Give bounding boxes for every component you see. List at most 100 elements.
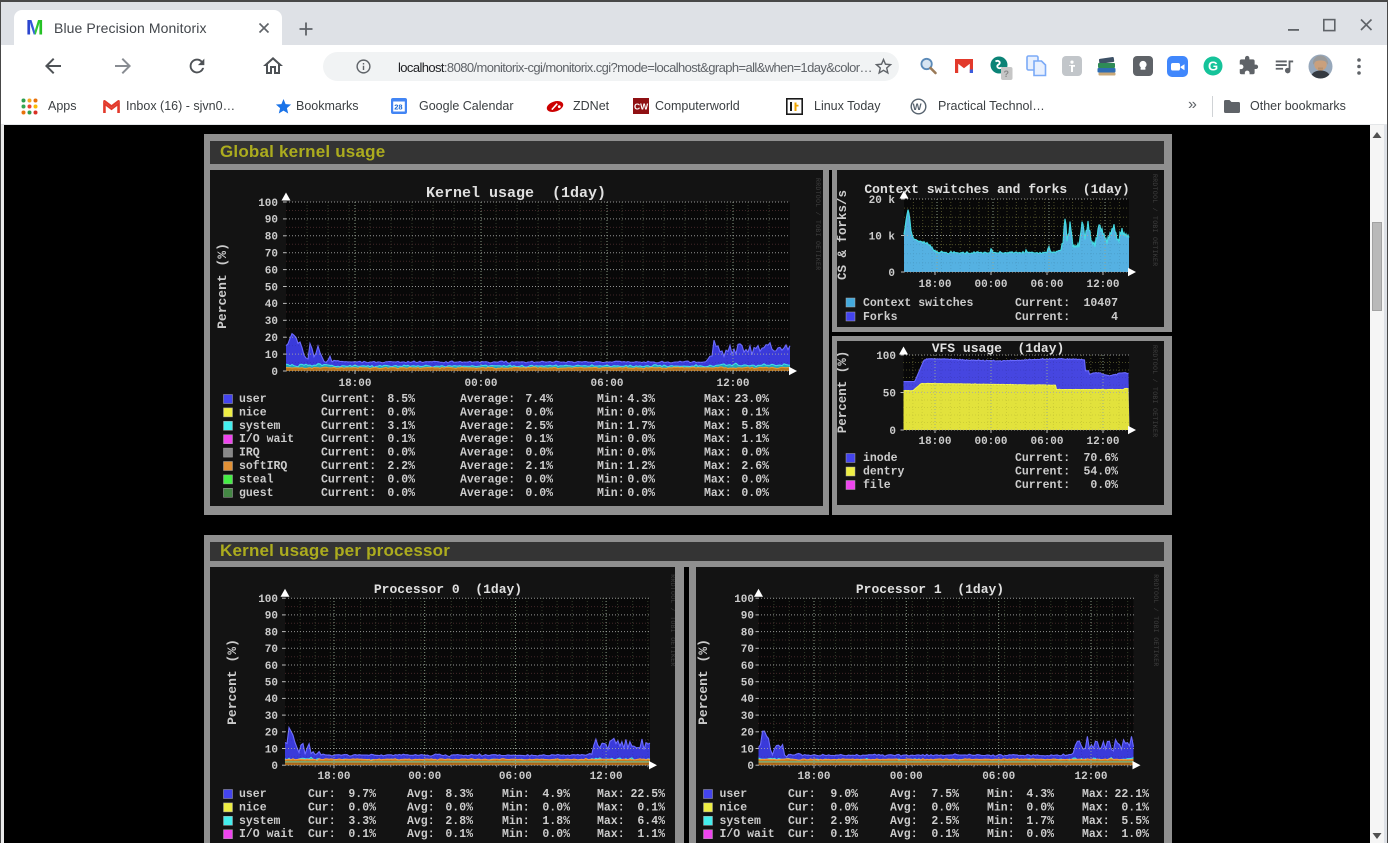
svg-text:Min:: Min: xyxy=(597,406,625,419)
svg-text:Max:: Max: xyxy=(597,828,625,841)
svg-text:Average:: Average: xyxy=(460,433,515,446)
svg-text:10: 10 xyxy=(265,350,278,362)
svg-text:60: 60 xyxy=(265,661,278,673)
svg-text:system: system xyxy=(720,815,762,828)
svg-text:Avg:: Avg: xyxy=(407,788,435,801)
svg-text:Percent (%): Percent (%) xyxy=(696,639,711,725)
svg-text:Forks: Forks xyxy=(863,311,898,324)
svg-text:Average:: Average: xyxy=(460,487,515,500)
svg-text:0.0%: 0.0% xyxy=(627,433,655,446)
svg-text:nice: nice xyxy=(720,801,748,814)
svg-text:0.0%: 0.0% xyxy=(525,473,553,486)
svg-text:18:00: 18:00 xyxy=(317,771,350,783)
svg-text:2.5%: 2.5% xyxy=(931,815,959,828)
svg-text:12:00: 12:00 xyxy=(1086,279,1119,291)
svg-text:RRDTOOL / TOBI OETIKER: RRDTOOL / TOBI OETIKER xyxy=(1151,345,1158,437)
svg-text:Processor 0 (1day): Processor 0 (1day) xyxy=(374,582,522,597)
svg-text:Current:: Current: xyxy=(1015,452,1070,465)
svg-text:0.0%: 0.0% xyxy=(542,828,570,841)
svg-text:20: 20 xyxy=(741,728,754,740)
svg-text:CW: CW xyxy=(634,102,649,112)
svg-text:Min:: Min: xyxy=(597,447,625,460)
svg-text:Min:: Min: xyxy=(987,788,1015,801)
svg-text:RRDTOOL / TOBI OETIKER: RRDTOOL / TOBI OETIKER xyxy=(669,574,675,666)
svg-text:Min:: Min: xyxy=(502,788,530,801)
svg-text:system: system xyxy=(239,420,281,433)
svg-text:Avg:: Avg: xyxy=(890,828,918,841)
svg-text:0.0%: 0.0% xyxy=(387,487,415,500)
svg-text:Min:: Min: xyxy=(987,828,1015,841)
svg-text:20 k: 20 k xyxy=(869,195,896,207)
svg-text:Current:: Current: xyxy=(321,420,376,433)
svg-text:1.2%: 1.2% xyxy=(627,460,655,473)
svg-text:0.1%: 0.1% xyxy=(1121,801,1149,814)
svg-text:IRQ: IRQ xyxy=(239,447,260,460)
svg-text:70: 70 xyxy=(265,249,278,261)
svg-text:Cur:: Cur: xyxy=(788,815,816,828)
svg-text:Current:: Current: xyxy=(321,487,376,500)
svg-text:Cur:: Cur: xyxy=(788,801,816,814)
svg-text:2.1%: 2.1% xyxy=(525,460,553,473)
svg-text:20: 20 xyxy=(265,333,278,345)
svg-text:22.1%: 22.1% xyxy=(1114,788,1149,801)
svg-text:00:00: 00:00 xyxy=(408,771,441,783)
svg-text:Cur:: Cur: xyxy=(308,788,336,801)
svg-text:nice: nice xyxy=(239,801,267,814)
svg-text:0.0%: 0.0% xyxy=(542,801,570,814)
svg-text:1.1%: 1.1% xyxy=(741,433,769,446)
svg-text:0.0%: 0.0% xyxy=(525,487,553,500)
svg-text:70.6%: 70.6% xyxy=(1083,452,1118,465)
svg-text:4: 4 xyxy=(1111,311,1118,324)
svg-text:Min:: Min: xyxy=(987,801,1015,814)
svg-text:Min:: Min: xyxy=(597,393,625,406)
svg-text:Cur:: Cur: xyxy=(308,801,336,814)
svg-text:Current:: Current: xyxy=(321,447,376,460)
svg-text:0.0%: 0.0% xyxy=(830,801,858,814)
svg-text:Avg:: Avg: xyxy=(407,815,435,828)
svg-text:0.1%: 0.1% xyxy=(637,801,665,814)
svg-text:0.1%: 0.1% xyxy=(741,406,769,419)
svg-text:0.1%: 0.1% xyxy=(830,828,858,841)
svg-text:Current:: Current: xyxy=(321,460,376,473)
svg-text:0.0%: 0.0% xyxy=(387,447,415,460)
svg-text:Max:: Max: xyxy=(704,473,732,486)
svg-text:Max:: Max: xyxy=(704,406,732,419)
svg-text:Avg:: Avg: xyxy=(407,801,435,814)
svg-text:10 k: 10 k xyxy=(869,231,896,243)
svg-text:06:00: 06:00 xyxy=(982,771,1015,783)
svg-text:10: 10 xyxy=(741,744,754,756)
svg-text:100: 100 xyxy=(734,594,754,606)
svg-text:Max:: Max: xyxy=(704,433,732,446)
svg-text:40: 40 xyxy=(265,694,278,706)
svg-text:Percent (%): Percent (%) xyxy=(837,351,850,434)
svg-text:90: 90 xyxy=(265,215,278,227)
svg-text:0: 0 xyxy=(271,367,278,379)
svg-text:18:00: 18:00 xyxy=(338,378,371,390)
svg-text:user: user xyxy=(720,788,748,801)
svg-text:0.0%: 0.0% xyxy=(741,487,769,500)
svg-text:0.0%: 0.0% xyxy=(525,406,553,419)
svg-text:70: 70 xyxy=(741,644,754,656)
svg-text:00:00: 00:00 xyxy=(464,378,497,390)
svg-text:50: 50 xyxy=(265,678,278,690)
svg-text:Max:: Max: xyxy=(704,447,732,460)
svg-text:23.0%: 23.0% xyxy=(734,393,769,406)
svg-text:Percent (%): Percent (%) xyxy=(215,243,230,329)
svg-text:2.2%: 2.2% xyxy=(387,460,415,473)
svg-text:0: 0 xyxy=(271,761,278,773)
svg-text:60: 60 xyxy=(741,661,754,673)
svg-text:?: ? xyxy=(1004,69,1010,79)
svg-text:Max:: Max: xyxy=(704,393,732,406)
svg-text:user: user xyxy=(239,788,267,801)
svg-text:1.7%: 1.7% xyxy=(1026,815,1054,828)
svg-text:nice: nice xyxy=(239,406,267,419)
svg-text:90: 90 xyxy=(265,611,278,623)
svg-text:0.0%: 0.0% xyxy=(387,473,415,486)
svg-text:40: 40 xyxy=(265,299,278,311)
svg-text:Max:: Max: xyxy=(704,460,732,473)
svg-text:RRDTOOL / TOBI OETIKER: RRDTOOL / TOBI OETIKER xyxy=(1151,174,1158,266)
svg-text:0.1%: 0.1% xyxy=(348,828,376,841)
svg-text:Max:: Max: xyxy=(1082,801,1110,814)
svg-text:CS & forks/s: CS & forks/s xyxy=(837,190,850,280)
svg-text:Min:: Min: xyxy=(987,815,1015,828)
